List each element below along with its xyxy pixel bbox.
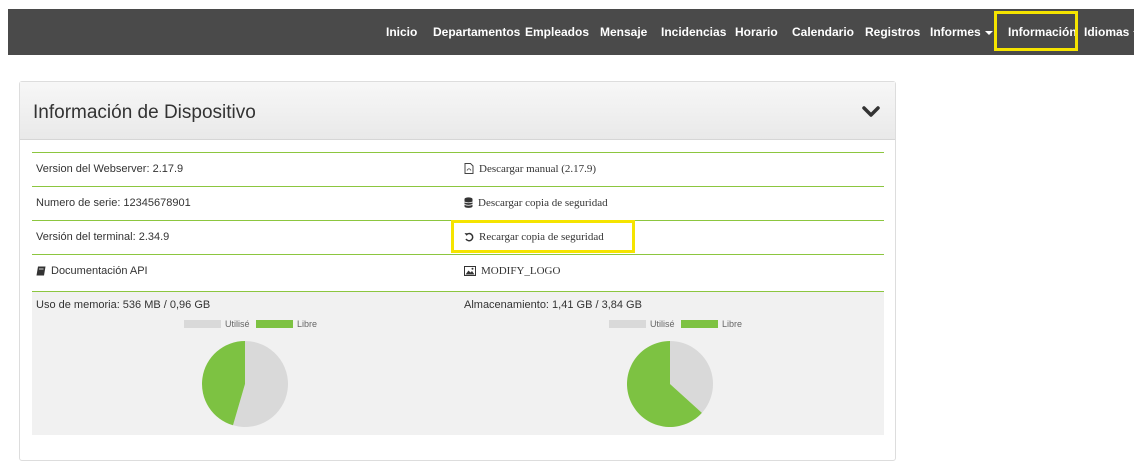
legend-free-swatch	[256, 320, 294, 328]
nav-informes-label: Informes	[930, 25, 981, 39]
nav-empleados[interactable]: Empleados	[525, 9, 589, 55]
nav-horario[interactable]: Horario	[735, 9, 778, 55]
nav-calendario[interactable]: Calendario	[792, 9, 854, 55]
download-manual-label: Descargar manual (2.17.9)	[479, 163, 597, 175]
nav-idiomas-label: Idiomas	[1084, 25, 1130, 39]
panel-header[interactable]: Información de Dispositivo	[20, 82, 895, 140]
nav-mensaje[interactable]: Mensaje	[600, 9, 647, 55]
storage-usage-label: Almacenamiento: 1,41 GB / 3,84 GB	[464, 299, 642, 311]
image-icon	[464, 266, 476, 276]
storage-pie-chart	[627, 341, 713, 427]
serial-number: Numero de serie: 12345678901	[36, 197, 191, 209]
chevron-down-icon[interactable]	[862, 106, 880, 118]
caret-down-icon	[984, 30, 993, 35]
nav-idiomas[interactable]: Idiomas	[1084, 9, 1134, 55]
memory-pie-chart	[202, 341, 288, 427]
legend-free-swatch	[681, 320, 719, 328]
download-backup-label: Descargar copia de seguridad	[478, 197, 608, 209]
panel-title: Información de Dispositivo	[33, 102, 256, 123]
nav-informes[interactable]: Informes	[930, 9, 993, 55]
legend-used-label: Utilisé	[650, 319, 675, 329]
memory-usage-label: Uso de memoria: 536 MB / 0,96 GB	[36, 299, 211, 311]
api-docs-label: Documentación API	[51, 265, 148, 277]
modify-logo-link[interactable]: MODIFY_LOGO	[464, 265, 560, 277]
download-manual-link[interactable]: Descargar manual (2.17.9)	[464, 163, 596, 175]
highlight-box-recargar	[451, 220, 635, 253]
nav-incidencias[interactable]: Incidencias	[661, 9, 726, 55]
modify-logo-label: MODIFY_LOGO	[481, 265, 561, 277]
info-row-webserver: Version del Webserver: 2.17.9 Descargar …	[32, 152, 884, 186]
device-info-panel: Información de Dispositivo Version del W…	[19, 81, 896, 461]
database-icon	[464, 197, 473, 208]
download-backup-link[interactable]: Descargar copia de seguridad	[464, 197, 608, 209]
legend-used-label: Utilisé	[225, 319, 250, 329]
highlight-box-informacion	[994, 11, 1078, 51]
pdf-file-icon	[464, 163, 474, 174]
storage-legend: Utilisé Libre	[605, 319, 742, 329]
info-row-serial: Numero de serie: 12345678901 Descargar c…	[32, 186, 884, 220]
legend-used-swatch	[184, 320, 221, 328]
nav-departamentos[interactable]: Departamentos	[433, 9, 520, 55]
nav-registros[interactable]: Registros	[865, 9, 920, 55]
book-icon	[36, 266, 46, 276]
legend-used-swatch	[609, 320, 646, 328]
nav-inicio[interactable]: Inicio	[386, 9, 417, 55]
terminal-version: Versión del terminal: 2.34.9	[36, 231, 170, 243]
resources-section: Uso de memoria: 536 MB / 0,96 GB Utilisé…	[32, 291, 884, 435]
legend-free-label: Libre	[297, 319, 318, 329]
top-navbar: Inicio Departamentos Empleados Mensaje I…	[8, 9, 1134, 55]
api-docs-link[interactable]: Documentación API	[36, 265, 148, 277]
webserver-version: Version del Webserver: 2.17.9	[36, 163, 184, 175]
memory-legend: Utilisé Libre	[180, 319, 317, 329]
info-row-api: Documentación API MODIFY_LOGO	[32, 254, 884, 288]
legend-free-label: Libre	[722, 319, 743, 329]
